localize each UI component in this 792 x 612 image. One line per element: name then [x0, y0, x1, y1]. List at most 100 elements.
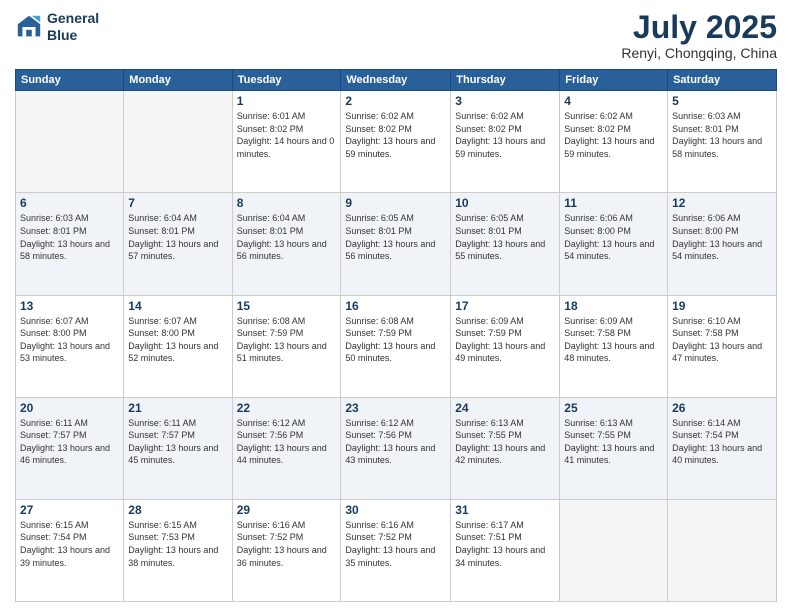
day-info: Sunrise: 6:05 AMSunset: 8:01 PMDaylight:… — [455, 212, 555, 262]
calendar-cell: 23Sunrise: 6:12 AMSunset: 7:56 PMDayligh… — [341, 397, 451, 499]
day-info: Sunrise: 6:09 AMSunset: 7:58 PMDaylight:… — [564, 315, 663, 365]
day-info: Sunrise: 6:06 AMSunset: 8:00 PMDaylight:… — [564, 212, 663, 262]
calendar-cell — [16, 91, 124, 193]
calendar-cell: 29Sunrise: 6:16 AMSunset: 7:52 PMDayligh… — [232, 499, 341, 601]
day-number: 2 — [345, 94, 446, 108]
calendar-cell: 4Sunrise: 6:02 AMSunset: 8:02 PMDaylight… — [560, 91, 668, 193]
day-info: Sunrise: 6:10 AMSunset: 7:58 PMDaylight:… — [672, 315, 772, 365]
weekday-monday: Monday — [124, 70, 232, 91]
day-number: 17 — [455, 299, 555, 313]
calendar-cell: 16 Sunrise: 6:08 AMSunset: 7:59 PMDayligh… — [341, 295, 451, 397]
header: General Blue July 2025 Renyi, Chongqing,… — [15, 10, 777, 61]
day-info: Sunrise: 6:14 AMSunset: 7:54 PMDaylight:… — [672, 417, 772, 467]
calendar-cell: 2 Sunrise: 6:02 AMSunset: 8:02 PMDaylight… — [341, 91, 451, 193]
week-row-1: 1 Sunrise: 6:01 AMSunset: 8:02 PMDaylight… — [16, 91, 777, 193]
calendar-cell: 18 Sunrise: 6:09 AMSunset: 7:58 PMDayligh… — [560, 295, 668, 397]
calendar-cell: 24 Sunrise: 6:13 AMSunset: 7:55 PMDayligh… — [451, 397, 560, 499]
day-info: Sunrise: 6:02 AMSunset: 8:02 PMDaylight:… — [345, 110, 446, 160]
calendar-cell: 7Sunrise: 6:04 AMSunset: 8:01 PMDaylight… — [124, 193, 232, 295]
day-info: Sunrise: 6:09 AMSunset: 7:59 PMDaylight:… — [455, 315, 555, 365]
logo-text: General Blue — [47, 10, 99, 44]
day-number: 24 — [455, 401, 555, 415]
day-number: 25 — [564, 401, 663, 415]
day-info: Sunrise: 6:07 AMSunset: 8:00 PMDaylight:… — [128, 315, 227, 365]
day-info: Sunrise: 6:15 AMSunset: 7:54 PMDaylight:… — [20, 519, 119, 569]
location: Renyi, Chongqing, China — [621, 45, 777, 61]
calendar-cell: 22Sunrise: 6:12 AMSunset: 7:56 PMDayligh… — [232, 397, 341, 499]
page: General Blue July 2025 Renyi, Chongqing,… — [0, 0, 792, 612]
day-number: 8 — [237, 196, 337, 210]
calendar-cell: 19 Sunrise: 6:10 AMSunset: 7:58 PMDayligh… — [668, 295, 777, 397]
day-info: Sunrise: 6:02 AMSunset: 8:02 PMDaylight:… — [564, 110, 663, 160]
calendar-cell: 21 Sunrise: 6:11 AMSunset: 7:57 PMDayligh… — [124, 397, 232, 499]
week-row-5: 27 Sunrise: 6:15 AMSunset: 7:54 PMDayligh… — [16, 499, 777, 601]
calendar-cell: 3Sunrise: 6:02 AMSunset: 8:02 PMDaylight… — [451, 91, 560, 193]
day-info: Sunrise: 6:15 AMSunset: 7:53 PMDaylight:… — [128, 519, 227, 569]
day-info: Sunrise: 6:12 AMSunset: 7:56 PMDaylight:… — [345, 417, 446, 467]
title-block: July 2025 Renyi, Chongqing, China — [621, 10, 777, 61]
day-info: Sunrise: 6:04 AMSunset: 8:01 PMDaylight:… — [237, 212, 337, 262]
day-info: Sunrise: 6:12 AMSunset: 7:56 PMDaylight:… — [237, 417, 337, 467]
calendar-cell: 28 Sunrise: 6:15 AMSunset: 7:53 PMDayligh… — [124, 499, 232, 601]
day-info: Sunrise: 6:04 AMSunset: 8:01 PMDaylight:… — [128, 212, 227, 262]
weekday-header-row: SundayMondayTuesdayWednesdayThursdayFrid… — [16, 70, 777, 91]
week-row-2: 6Sunrise: 6:03 AMSunset: 8:01 PMDaylight… — [16, 193, 777, 295]
calendar-cell: 13Sunrise: 6:07 AMSunset: 8:00 PMDayligh… — [16, 295, 124, 397]
day-info: Sunrise: 6:17 AMSunset: 7:51 PMDaylight:… — [455, 519, 555, 569]
day-number: 16 — [345, 299, 446, 313]
calendar-cell: 15 Sunrise: 6:08 AMSunset: 7:59 PMDayligh… — [232, 295, 341, 397]
calendar-cell: 11 Sunrise: 6:06 AMSunset: 8:00 PMDayligh… — [560, 193, 668, 295]
day-info: Sunrise: 6:07 AMSunset: 8:00 PMDaylight:… — [20, 315, 119, 365]
calendar-cell — [124, 91, 232, 193]
day-number: 6 — [20, 196, 119, 210]
day-info: Sunrise: 6:16 AMSunset: 7:52 PMDaylight:… — [345, 519, 446, 569]
week-row-4: 20 Sunrise: 6:11 AMSunset: 7:57 PMDayligh… — [16, 397, 777, 499]
calendar-cell: 17 Sunrise: 6:09 AMSunset: 7:59 PMDayligh… — [451, 295, 560, 397]
day-number: 30 — [345, 503, 446, 517]
day-info: Sunrise: 6:08 AMSunset: 7:59 PMDaylight:… — [237, 315, 337, 365]
day-number: 10 — [455, 196, 555, 210]
calendar-cell: 30 Sunrise: 6:16 AMSunset: 7:52 PMDayligh… — [341, 499, 451, 601]
calendar-cell: 12Sunrise: 6:06 AMSunset: 8:00 PMDayligh… — [668, 193, 777, 295]
day-info: Sunrise: 6:11 AMSunset: 7:57 PMDaylight:… — [128, 417, 227, 467]
day-info: Sunrise: 6:08 AMSunset: 7:59 PMDaylight:… — [345, 315, 446, 365]
weekday-wednesday: Wednesday — [341, 70, 451, 91]
day-number: 27 — [20, 503, 119, 517]
day-number: 20 — [20, 401, 119, 415]
day-number: 28 — [128, 503, 227, 517]
calendar-cell — [668, 499, 777, 601]
day-number: 21 — [128, 401, 227, 415]
day-info: Sunrise: 6:02 AMSunset: 8:02 PMDaylight:… — [455, 110, 555, 160]
calendar-cell: 27 Sunrise: 6:15 AMSunset: 7:54 PMDayligh… — [16, 499, 124, 601]
day-info: Sunrise: 6:13 AMSunset: 7:55 PMDaylight:… — [564, 417, 663, 467]
calendar-cell: 8 Sunrise: 6:04 AMSunset: 8:01 PMDaylight… — [232, 193, 341, 295]
calendar-cell: 5 Sunrise: 6:03 AMSunset: 8:01 PMDaylight… — [668, 91, 777, 193]
day-number: 9 — [345, 196, 446, 210]
calendar-cell: 26Sunrise: 6:14 AMSunset: 7:54 PMDayligh… — [668, 397, 777, 499]
calendar-table: SundayMondayTuesdayWednesdayThursdayFrid… — [15, 69, 777, 602]
day-number: 5 — [672, 94, 772, 108]
logo-icon — [15, 13, 43, 41]
weekday-tuesday: Tuesday — [232, 70, 341, 91]
day-info: Sunrise: 6:01 AMSunset: 8:02 PMDaylight:… — [237, 110, 337, 160]
day-info: Sunrise: 6:03 AMSunset: 8:01 PMDaylight:… — [672, 110, 772, 160]
calendar-cell: 20Sunrise: 6:11 AMSunset: 7:57 PMDayligh… — [16, 397, 124, 499]
day-number: 18 — [564, 299, 663, 313]
day-number: 31 — [455, 503, 555, 517]
day-number: 11 — [564, 196, 663, 210]
calendar-cell: 25 Sunrise: 6:13 AMSunset: 7:55 PMDayligh… — [560, 397, 668, 499]
weekday-friday: Friday — [560, 70, 668, 91]
day-number: 19 — [672, 299, 772, 313]
calendar-cell — [560, 499, 668, 601]
day-info: Sunrise: 6:05 AMSunset: 8:01 PMDaylight:… — [345, 212, 446, 262]
calendar-cell: 10 Sunrise: 6:05 AMSunset: 8:01 PMDayligh… — [451, 193, 560, 295]
calendar-cell: 6Sunrise: 6:03 AMSunset: 8:01 PMDaylight… — [16, 193, 124, 295]
day-number: 15 — [237, 299, 337, 313]
weekday-sunday: Sunday — [16, 70, 124, 91]
weekday-saturday: Saturday — [668, 70, 777, 91]
day-number: 14 — [128, 299, 227, 313]
day-info: Sunrise: 6:13 AMSunset: 7:55 PMDaylight:… — [455, 417, 555, 467]
day-number: 1 — [237, 94, 337, 108]
month-title: July 2025 — [621, 10, 777, 45]
calendar-cell: 1 Sunrise: 6:01 AMSunset: 8:02 PMDaylight… — [232, 91, 341, 193]
